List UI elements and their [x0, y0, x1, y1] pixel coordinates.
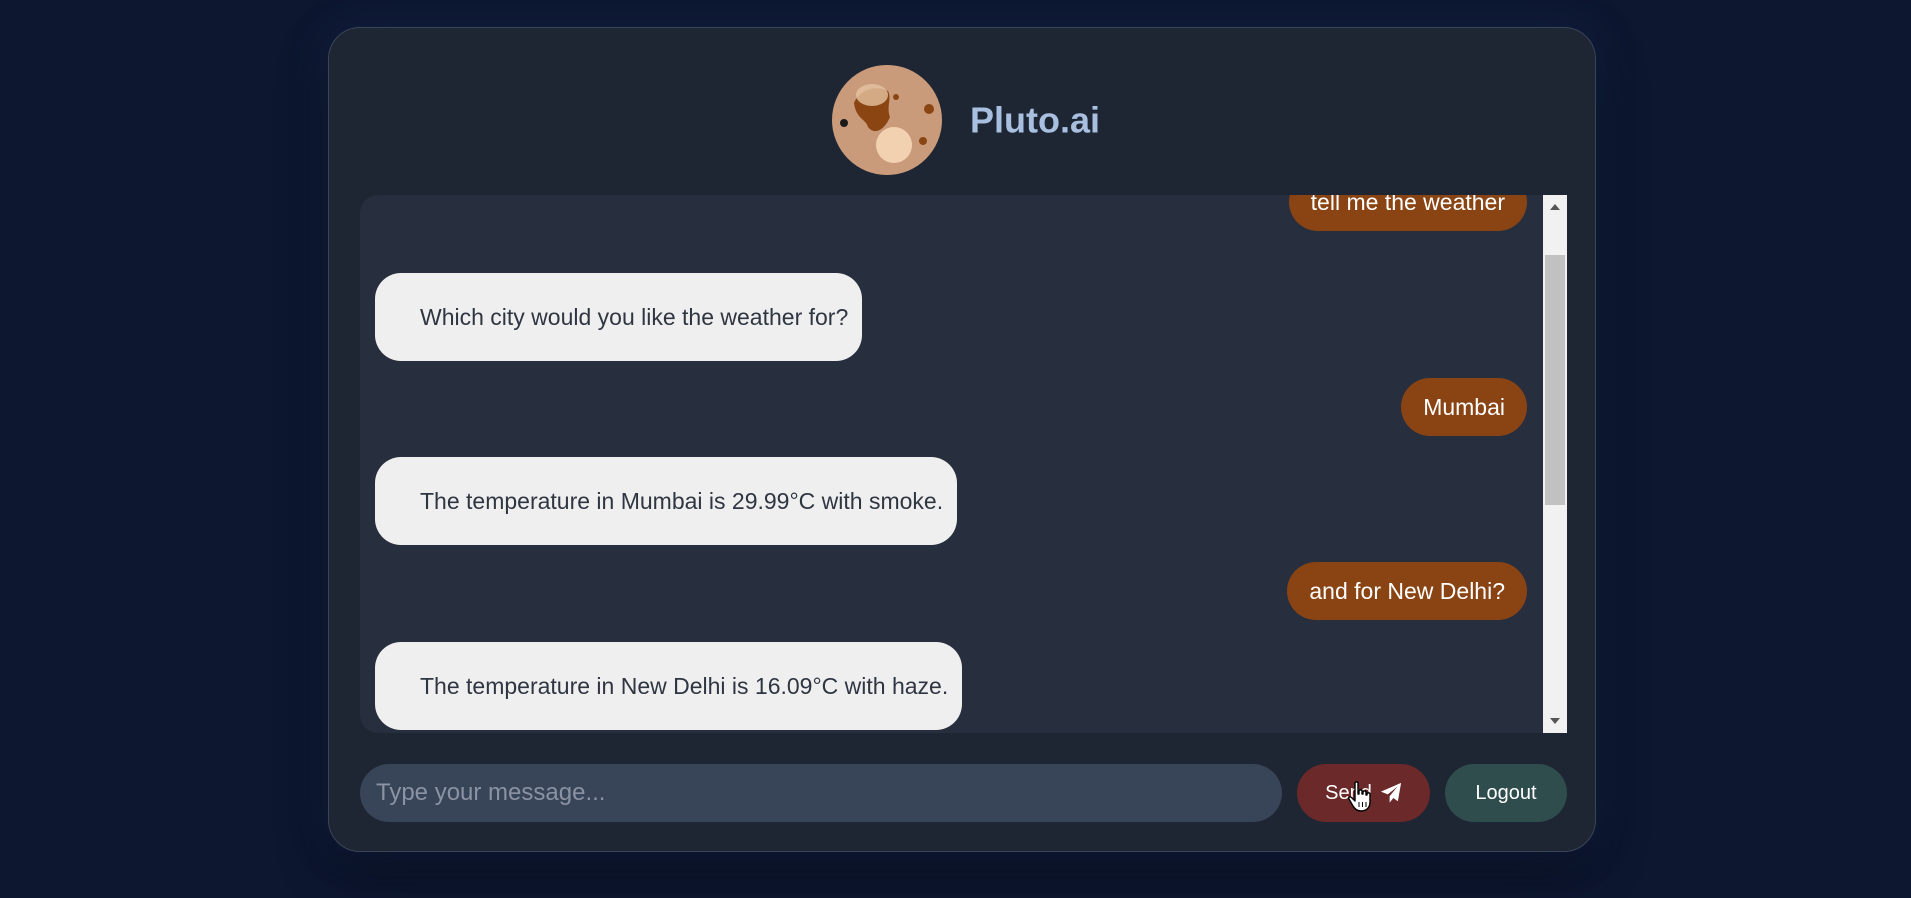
- message-input[interactable]: [360, 764, 1282, 822]
- chat-messages[interactable]: tell me the weather Which city would you…: [360, 195, 1567, 733]
- chat-header: Pluto.ai: [329, 28, 1595, 188]
- chat-scrollbar[interactable]: [1543, 195, 1567, 733]
- user-message: tell me the weather: [1288, 195, 1527, 231]
- scroll-down-arrow-icon[interactable]: [1543, 709, 1567, 733]
- bot-message: The temperature in Mumbai is 29.99°C wit…: [375, 457, 958, 545]
- app-title: Pluto.ai: [970, 99, 1101, 141]
- chat-card: Pluto.ai tell me the weather Which city …: [328, 27, 1596, 852]
- pluto-planet-icon: [832, 65, 942, 175]
- send-button-label: Send: [1325, 781, 1372, 804]
- scrollbar-thumb[interactable]: [1545, 255, 1565, 505]
- scroll-up-arrow-icon[interactable]: [1543, 195, 1567, 219]
- paper-plane-icon: [1380, 782, 1402, 804]
- logout-button-label: Logout: [1475, 781, 1537, 804]
- send-button[interactable]: Send: [1297, 764, 1430, 822]
- bot-message: The temperature in New Delhi is 16.09°C …: [375, 642, 963, 730]
- bot-message: Which city would you like the weather fo…: [375, 273, 863, 361]
- user-message: Mumbai: [1401, 378, 1527, 436]
- logout-button[interactable]: Logout: [1445, 764, 1567, 822]
- user-message: and for New Delhi?: [1287, 562, 1527, 620]
